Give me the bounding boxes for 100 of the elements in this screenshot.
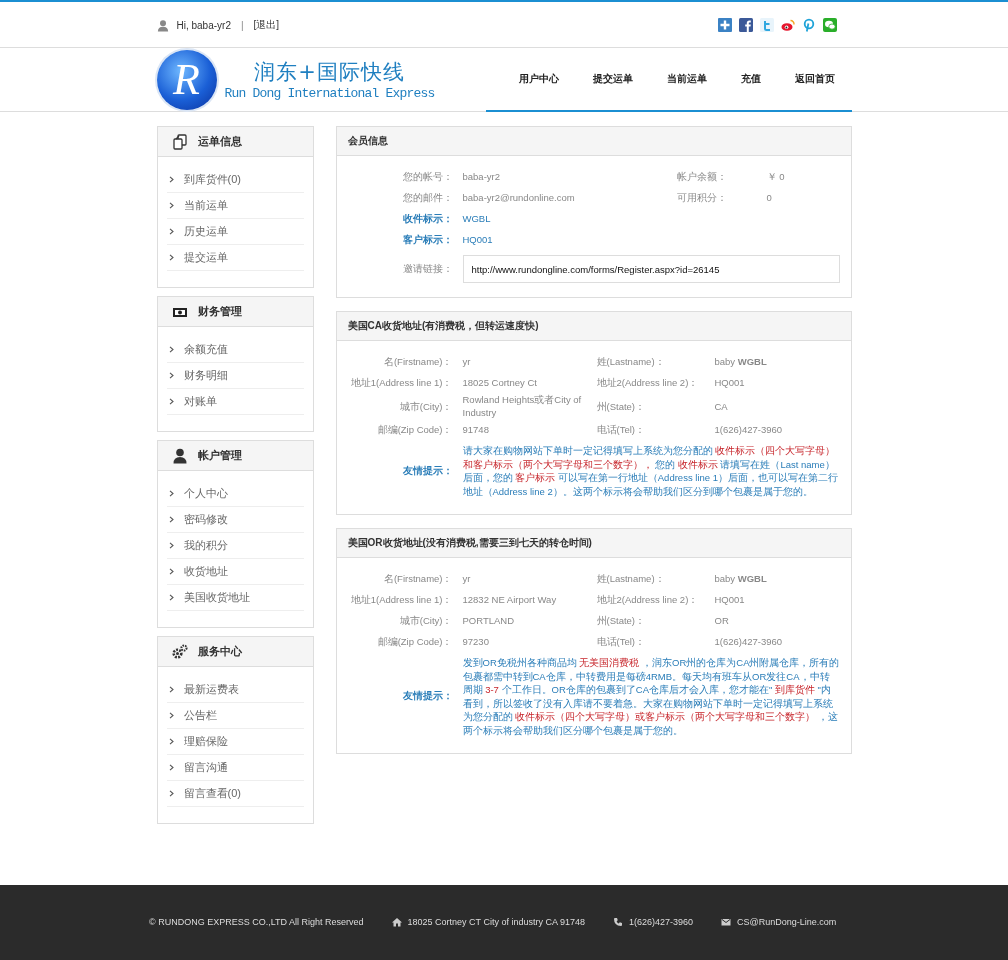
field-label: 客户标示： [401, 233, 454, 247]
chevron-icon [168, 346, 174, 353]
field-label: 州(State)： [596, 399, 646, 414]
facebook-icon[interactable] [738, 18, 753, 32]
field-label: 邮编(Zip Code)： [376, 423, 454, 437]
sidebar-link[interactable]: 对账单 [166, 389, 304, 415]
field-value: 0 [766, 191, 773, 205]
field-label: 名(Firstname)： [382, 572, 454, 586]
field-label: 邀请链接： [401, 262, 454, 276]
chevron-icon [168, 202, 174, 209]
panel-title: 服务中心 [197, 644, 242, 659]
tip-text: 请大家在购物网站下单时一定记得填写上系统为您分配的 收件标示（四个大写字母）和客户标示（两个大写字母和三个数字）， 您的 收件标示 请填写在姓（Last name）后面，您的 客户标示 可以写在第一行地址（Address line 1）后面，也可以写在第二行地址（Address line 2）。这两个标示将会帮助我们区分到哪个包裹是属于您的。 [462, 444, 839, 499]
field-value: yr [462, 572, 472, 585]
home-icon [391, 917, 402, 927]
tip-label: 友情提示： [401, 463, 454, 478]
field-label: 您的帐号： [401, 170, 454, 184]
field-value: 12832 NE Airport Way [462, 593, 558, 606]
nav-link[interactable]: 当前运单 [649, 48, 724, 110]
user-icon [156, 18, 169, 32]
sidebar-link[interactable]: 留言沟通 [166, 755, 304, 781]
panel-title: 美国CA收货地址(有消费税，但转运速度快) [347, 319, 539, 333]
sidebar-link[interactable]: 美国收货地址 [166, 585, 304, 611]
nav-link[interactable]: 提交运单 [575, 48, 650, 110]
chevron-icon [168, 254, 174, 261]
field-label: 地址1(Address line 1)： [349, 593, 454, 607]
sidebar-link[interactable]: 个人中心 [166, 481, 304, 507]
field-value: WGBL [462, 212, 492, 226]
logo-title: 润东+国际快线 [254, 59, 405, 86]
field-label: 您的邮件： [401, 191, 454, 205]
field-label: 邮编(Zip Code)： [376, 635, 454, 649]
field-label: 城市(City)： [398, 399, 454, 414]
field-value: HQ001 [714, 376, 746, 390]
field-value: baby WGBL [714, 355, 768, 369]
user-icon [171, 447, 188, 464]
sidebar-link[interactable]: 提交运单 [166, 245, 304, 271]
chevron-icon [168, 738, 174, 745]
chevron-icon [168, 228, 174, 235]
field-value: 97230 [462, 635, 490, 648]
chevron-icon [168, 516, 174, 523]
chevron-icon [168, 712, 174, 719]
address-text: 18025 Cortney CT City of industry CA 91748 [407, 917, 585, 927]
chevron-icon [168, 542, 174, 549]
mail-icon [721, 917, 732, 927]
sidebar-link[interactable]: 密码修改 [166, 507, 304, 533]
chevron-icon [168, 568, 174, 575]
sidebar-link[interactable]: 历史运单 [166, 219, 304, 245]
field-value: baba-yr2@rundonline.com [462, 191, 576, 205]
chevron-icon [168, 398, 174, 405]
sidebar-link[interactable]: 留言查看(0) [166, 781, 304, 807]
panel-title: 美国OR收货地址(没有消费税,需要三到七天的转仓时间) [347, 536, 592, 550]
field-value: ￥ 0 [766, 170, 786, 184]
field-value: HQ001 [462, 233, 494, 247]
sidebar-link[interactable]: 公告栏 [166, 703, 304, 729]
sidebar-link[interactable]: 最新运费表 [166, 677, 304, 703]
field-value: baby WGBL [714, 572, 768, 586]
field-value: 18025 Cortney Ct [462, 376, 538, 389]
wechat-icon[interactable] [822, 18, 837, 32]
email-text: CS@RunDong-Line.com [737, 917, 837, 927]
chevron-icon [168, 790, 174, 797]
chevron-icon [168, 686, 174, 693]
documents-icon [171, 133, 188, 150]
nav-link[interactable]: 用户中心 [501, 48, 576, 110]
sidebar-link[interactable]: 收货地址 [166, 559, 304, 585]
weibo-icon[interactable] [780, 18, 795, 32]
field-value: 1(626)427-3960 [714, 423, 784, 437]
field-value: OR [714, 614, 730, 628]
field-value: HQ001 [714, 593, 746, 607]
share-icon[interactable] [717, 18, 732, 32]
logout-link[interactable]: [退出] [253, 18, 280, 32]
chevron-icon [168, 176, 174, 183]
sidebar-link[interactable]: 当前运单 [166, 193, 304, 219]
panel-title: 会员信息 [347, 134, 388, 148]
tip-label: 友情提示： [401, 689, 454, 703]
sidebar-link[interactable]: 到库货件(0) [166, 167, 304, 193]
nav-link[interactable]: 充值 [723, 48, 778, 110]
chevron-icon [168, 490, 174, 497]
field-label: 收件标示： [401, 212, 454, 226]
field-label: 地址1(Address line 1)： [349, 376, 454, 390]
twitter-icon[interactable] [759, 18, 774, 32]
logo-subtitle: Run Dong International Express [224, 86, 435, 101]
field-value: 1(626)427-3960 [714, 635, 784, 649]
pinterest-icon[interactable] [801, 18, 816, 32]
field-label: 姓(Lastname)： [596, 355, 666, 369]
field-value: Rowland Heights或者City of Industry [462, 393, 583, 419]
field-value: yr [462, 355, 472, 368]
phone-icon [612, 917, 623, 927]
field-label: 名(Firstname)： [382, 355, 454, 369]
field-label: 电话(Tel)： [596, 635, 646, 649]
invite-link-field[interactable]: http://www.rundongline.com/forms/Register.aspx?id=26145 [462, 255, 840, 283]
field-label: 地址2(Address line 2)： [596, 376, 700, 390]
nav-link[interactable]: 返回首页 [777, 48, 852, 110]
field-label: 城市(City)： [398, 614, 454, 628]
sidebar-link[interactable]: 我的积分 [166, 533, 304, 559]
sidebar-link[interactable]: 财务明细 [166, 363, 304, 389]
copyright-text: © RUNDONG EXPRESS CO.,LTD All Right Reserved [149, 917, 364, 927]
field-label: 州(State)： [596, 614, 646, 628]
gears-icon [171, 643, 188, 660]
field-value: PORTLAND [462, 614, 516, 627]
sidebar-link[interactable]: 余额充值 [166, 337, 304, 363]
sidebar-link[interactable]: 理赔保险 [166, 729, 304, 755]
